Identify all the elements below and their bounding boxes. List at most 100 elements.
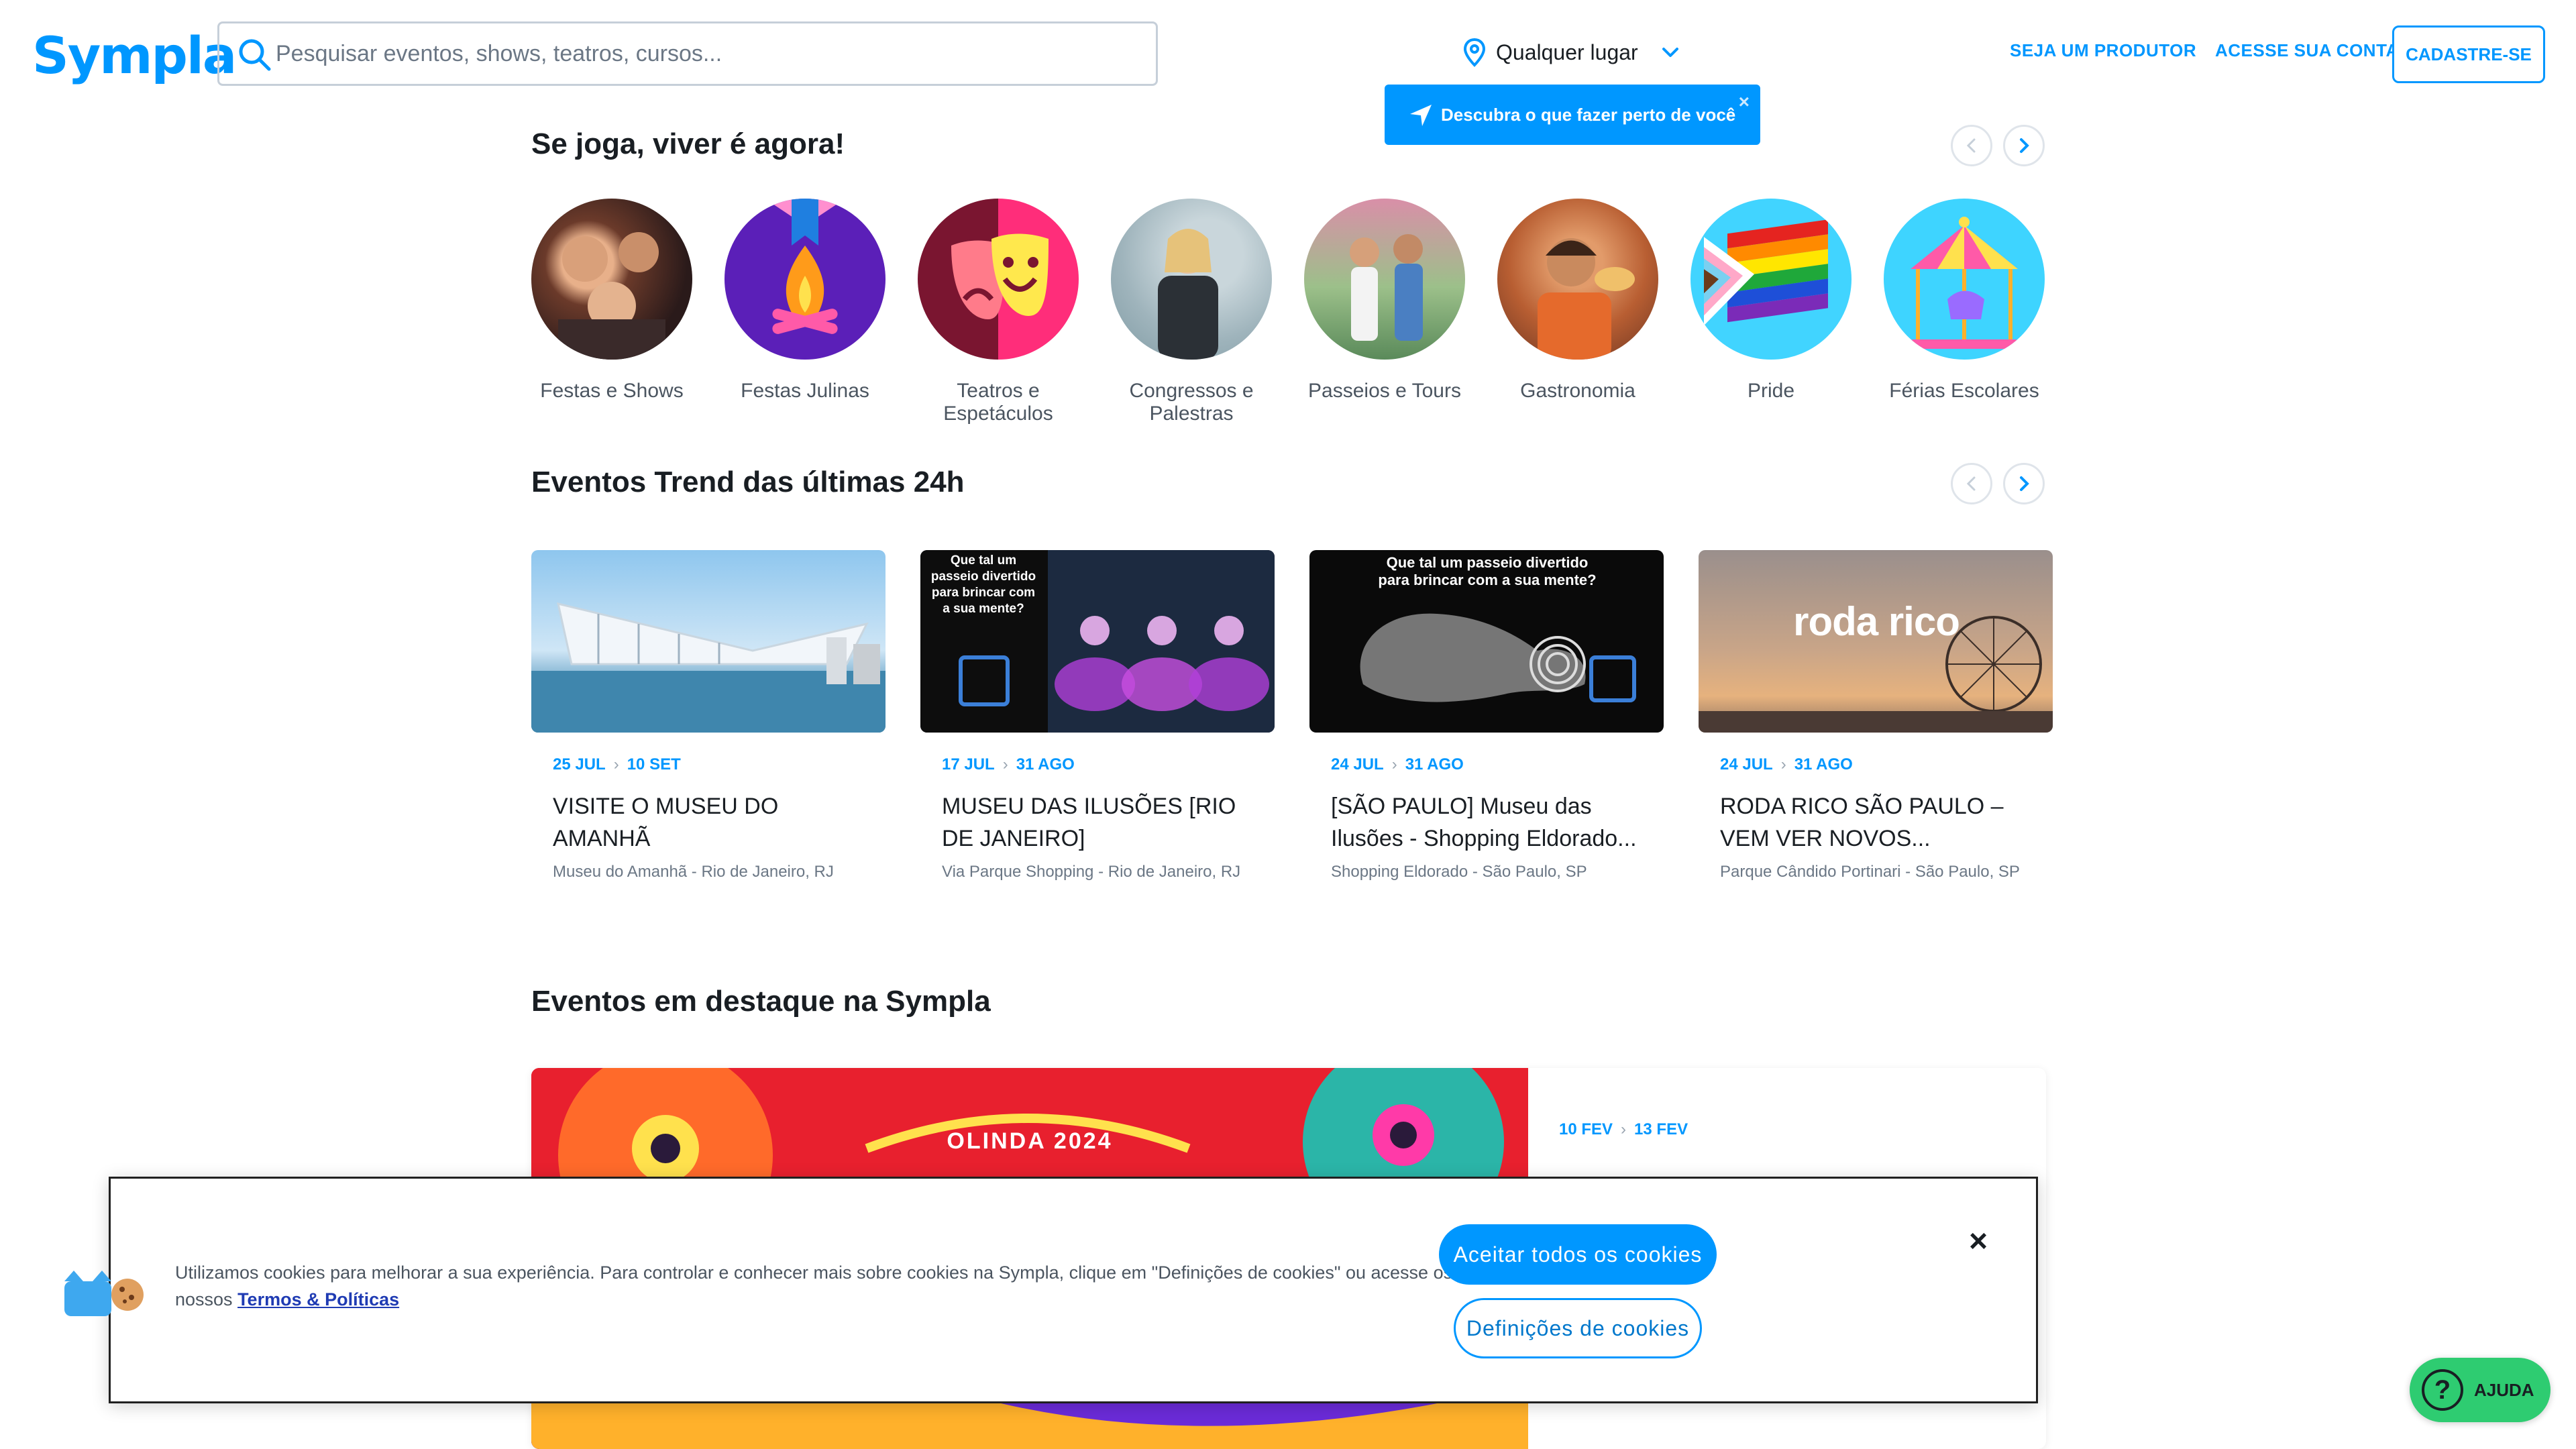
event-image-caption: roda rico xyxy=(1793,599,1960,644)
category-label: Gastronomia xyxy=(1520,380,1635,402)
acesse-conta-link[interactable]: ACESSE SUA CONTA xyxy=(2215,40,2399,61)
category-label: Passeios e Tours xyxy=(1308,380,1461,402)
chevron-right-icon: › xyxy=(1780,755,1786,773)
cadastre-se-button[interactable]: CADASTRE-SE xyxy=(2392,25,2545,83)
event-dates: 17 JUL › 31 AGO xyxy=(920,755,1275,774)
event-end-date: 31 AGO xyxy=(1405,755,1464,773)
category-image xyxy=(1497,199,1658,360)
event-dates: 24 JUL › 31 AGO xyxy=(1309,755,1664,774)
category-label: Festas e Shows xyxy=(540,380,684,402)
category-label: Festas Julinas xyxy=(741,380,869,402)
category-image xyxy=(1690,199,1851,360)
location-tooltip[interactable]: Descubra o que fazer perto de você × xyxy=(1385,85,1760,145)
event-image-caption: Que tal um passeio divertido para brinca… xyxy=(1378,554,1597,588)
chevron-right-icon: › xyxy=(613,755,619,773)
chevron-down-icon xyxy=(1662,48,1678,57)
chevron-right-icon xyxy=(2020,138,2029,153)
category-image xyxy=(724,199,885,360)
event-title[interactable]: RODA RICO SÃO PAULO – VEM VER NOVOS... xyxy=(1699,790,2053,855)
tooltip-close-icon[interactable]: × xyxy=(1739,91,1750,113)
event-location: Via Parque Shopping - Rio de Janeiro, RJ xyxy=(942,863,1241,881)
cookie-mascot-icon xyxy=(64,1271,144,1316)
category-image xyxy=(531,199,692,360)
location-pin-icon xyxy=(1463,38,1486,67)
location-label: Qualquer lugar xyxy=(1496,40,1638,64)
event-image-caption: Que tal um passeio divertido para brinca… xyxy=(930,553,1036,616)
chevron-left-icon xyxy=(1966,138,1976,153)
trend-next-button[interactable] xyxy=(2003,463,2045,504)
trend-prev-button[interactable] xyxy=(1951,463,1992,504)
trend-title: Eventos Trend das últimas 24h xyxy=(531,466,965,498)
category-image xyxy=(1884,199,2045,360)
chevron-right-icon xyxy=(2020,476,2029,491)
chevron-right-icon: › xyxy=(1621,1120,1627,1138)
cookie-banner: Utilizamos cookies para melhorar a sua e… xyxy=(109,1177,2038,1403)
event-title[interactable]: [SÃO PAULO] Museu das Ilusões - Shopping… xyxy=(1309,790,1664,855)
categories-next-button[interactable] xyxy=(2003,125,2045,166)
cookie-text: Utilizamos cookies para melhorar a sua e… xyxy=(175,1259,1470,1313)
event-location: Parque Cândido Portinari - São Paulo, SP xyxy=(1720,863,2020,881)
tooltip-text: Descubra o que fazer perto de você xyxy=(1441,104,1736,125)
search-input[interactable] xyxy=(276,23,1141,84)
chevron-left-icon xyxy=(1966,476,1976,491)
location-selector[interactable]: Qualquer lugar xyxy=(1462,38,1682,67)
help-button[interactable]: ? AJUDA xyxy=(2410,1358,2551,1422)
terms-policies-link[interactable]: Termos & Políticas xyxy=(237,1289,399,1309)
event-end-date: 10 SET xyxy=(627,755,681,773)
category-ferias[interactable]: Férias Escolares xyxy=(1884,199,2045,402)
categories-prev-button[interactable] xyxy=(1951,125,1992,166)
sympla-logo[interactable]: Sympla xyxy=(32,25,237,85)
event-title[interactable]: VISITE O MUSEU DO AMANHÃ xyxy=(531,790,885,855)
event-card[interactable]: Que tal um passeio divertido para brinca… xyxy=(920,550,1275,881)
category-image xyxy=(1304,199,1465,360)
help-label: AJUDA xyxy=(2474,1379,2534,1400)
featured-event-dates: 10 FEV › 13 FEV xyxy=(1559,1120,1688,1139)
event-card[interactable]: Que tal um passeio divertido para brinca… xyxy=(1309,550,1664,881)
category-passeios[interactable]: Passeios e Tours xyxy=(1304,199,1465,402)
categories-title: Se joga, viver é agora! xyxy=(531,127,845,160)
event-dates: 25 JUL › 10 SET xyxy=(531,755,885,774)
category-festas-julinas[interactable]: Festas Julinas xyxy=(724,199,885,402)
event-card[interactable]: roda rico 24 JUL › 31 AGO RODA RICO SÃO … xyxy=(1699,550,2053,881)
event-end-date: 31 AGO xyxy=(1016,755,1075,773)
event-start-date: 25 JUL xyxy=(553,755,606,773)
site-header: Sympla Qualquer lugar SEJA UM PRODUTOR A… xyxy=(0,0,2576,107)
category-label: Congressos e Palestras xyxy=(1129,380,1254,425)
event-location: Museu do Amanhã - Rio de Janeiro, RJ xyxy=(553,863,834,881)
search-icon xyxy=(239,39,271,71)
category-label: Pride xyxy=(1747,380,1795,402)
event-dates: 24 JUL › 31 AGO xyxy=(1699,755,2053,774)
close-icon[interactable]: × xyxy=(1969,1223,1988,1260)
category-festas-shows[interactable]: Festas e Shows xyxy=(531,199,692,402)
event-card[interactable]: 25 JUL › 10 SET VISITE O MUSEU DO AMANHÃ… xyxy=(531,550,885,881)
event-end-date: 31 AGO xyxy=(1794,755,1853,773)
navigation-arrow-icon xyxy=(1410,105,1432,126)
seja-produtor-link[interactable]: SEJA UM PRODUTOR xyxy=(2010,40,2196,61)
event-start-date: 10 FEV xyxy=(1559,1120,1613,1138)
question-mark-icon: ? xyxy=(2422,1369,2463,1411)
chevron-right-icon: › xyxy=(1002,755,1008,773)
category-label: Férias Escolares xyxy=(1889,380,2039,402)
event-start-date: 17 JUL xyxy=(942,755,995,773)
event-end-date: 13 FEV xyxy=(1634,1120,1688,1138)
category-label: Teatros e Espetáculos xyxy=(943,380,1053,425)
category-pride[interactable]: Pride xyxy=(1690,199,1851,402)
category-image xyxy=(918,199,1079,360)
event-title[interactable]: MUSEU DAS ILUSÕES [RIO DE JANEIRO] xyxy=(920,790,1275,855)
category-teatros[interactable]: Teatros e Espetáculos xyxy=(918,199,1079,425)
chevron-right-icon: › xyxy=(1391,755,1397,773)
event-location: Shopping Eldorado - São Paulo, SP xyxy=(1331,863,1587,881)
event-image: Que tal um passeio divertido para brinca… xyxy=(1309,550,1664,733)
search-box[interactable] xyxy=(217,21,1158,86)
accept-cookies-button[interactable]: Aceitar todos os cookies xyxy=(1439,1224,1717,1285)
event-image: Que tal um passeio divertido para brinca… xyxy=(920,550,1275,733)
featured-image-caption: OLINDA 2024 xyxy=(947,1128,1113,1154)
event-start-date: 24 JUL xyxy=(1720,755,1773,773)
cookie-settings-button[interactable]: Definições de cookies xyxy=(1454,1298,1702,1358)
event-image: roda rico xyxy=(1699,550,2053,733)
category-gastronomia[interactable]: Gastronomia xyxy=(1497,199,1658,402)
category-congressos[interactable]: Congressos e Palestras xyxy=(1111,199,1272,425)
featured-title: Eventos em destaque na Sympla xyxy=(531,985,991,1018)
event-image xyxy=(531,550,885,733)
category-image xyxy=(1111,199,1272,360)
